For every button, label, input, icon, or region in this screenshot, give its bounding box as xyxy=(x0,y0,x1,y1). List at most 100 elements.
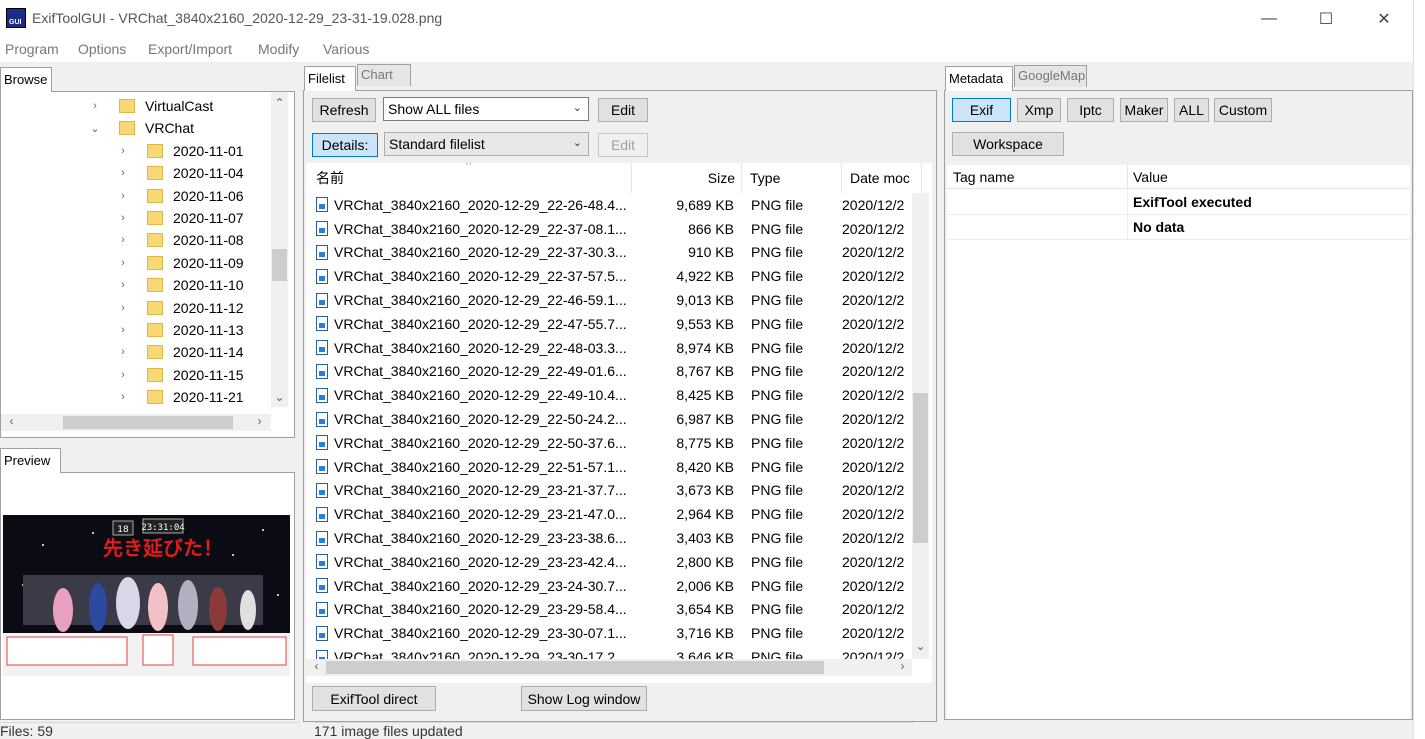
table-row[interactable]: VRChat_3840x2160_2020-12-29_22-37-08.1..… xyxy=(306,217,911,241)
chevron-right-icon[interactable]: › xyxy=(117,167,129,179)
column-value[interactable]: Value xyxy=(1133,169,1168,185)
chevron-right-icon[interactable]: › xyxy=(117,369,129,381)
column-tag-name[interactable]: Tag name xyxy=(953,169,1014,185)
chevron-right-icon[interactable]: › xyxy=(117,234,129,246)
scroll-right-icon[interactable]: › xyxy=(894,659,911,673)
view-mode-select[interactable]: Standard filelist ⌄ xyxy=(384,132,589,156)
chevron-right-icon[interactable]: › xyxy=(117,145,129,157)
exif-button[interactable]: Exif xyxy=(952,98,1011,122)
table-row[interactable]: VRChat_3840x2160_2020-12-29_22-50-24.2..… xyxy=(306,407,911,431)
edit-view-button[interactable]: Edit xyxy=(598,133,648,157)
file-filter-select[interactable]: Show ALL files ⌄ xyxy=(383,97,589,121)
tree-hscroll[interactable]: ‹ › xyxy=(1,414,271,431)
menu-modify[interactable]: Modify xyxy=(258,41,299,57)
table-row[interactable]: VRChat_3840x2160_2020-12-29_23-30-07.1..… xyxy=(306,621,911,645)
table-row[interactable]: VRChat_3840x2160_2020-12-29_22-51-57.1..… xyxy=(306,455,911,479)
chevron-right-icon[interactable]: › xyxy=(117,346,129,358)
table-row[interactable]: VRChat_3840x2160_2020-12-29_23-21-47.0..… xyxy=(306,502,911,526)
iptc-button[interactable]: Iptc xyxy=(1067,98,1114,122)
show-log-button[interactable]: Show Log window xyxy=(521,686,647,711)
scroll-down-icon[interactable]: ⌄ xyxy=(912,639,929,653)
tree-vscroll-thumb[interactable] xyxy=(272,249,287,281)
tab-browse[interactable]: Browse xyxy=(0,67,52,92)
table-row[interactable]: VRChat_3840x2160_2020-12-29_23-23-38.6..… xyxy=(306,526,911,550)
tree-vscroll[interactable]: ⌃ ⌄ xyxy=(271,92,288,407)
tree-item[interactable]: › 2020-11-07 xyxy=(117,207,243,229)
chevron-right-icon[interactable]: › xyxy=(117,391,129,403)
table-row[interactable]: VRChat_3840x2160_2020-12-29_23-30-17.2..… xyxy=(306,645,911,659)
table-row[interactable]: VRChat_3840x2160_2020-12-29_22-49-10.4..… xyxy=(306,383,911,407)
table-row[interactable]: VRChat_3840x2160_2020-12-29_22-37-57.5..… xyxy=(306,264,911,288)
scroll-right-icon[interactable]: › xyxy=(251,414,268,428)
tree-item[interactable]: › 2020-11-09 xyxy=(117,252,243,274)
tab-metadata[interactable]: Metadata xyxy=(945,66,1013,91)
filelist-hscroll[interactable]: ‹ › xyxy=(306,659,912,676)
table-row[interactable]: VRChat_3840x2160_2020-12-29_22-48-03.3..… xyxy=(306,336,911,360)
table-row[interactable]: VRChat_3840x2160_2020-12-29_22-26-48.4..… xyxy=(306,193,911,217)
scroll-down-icon[interactable]: ⌄ xyxy=(271,390,288,404)
tab-googlemap[interactable]: GoogleMap xyxy=(1014,65,1087,87)
close-icon[interactable]: ✕ xyxy=(1355,0,1413,38)
all-button[interactable]: ALL xyxy=(1174,98,1209,122)
tree-item[interactable]: › 2020-11-10 xyxy=(117,274,243,296)
filelist-hscroll-thumb[interactable] xyxy=(326,661,824,674)
tree-item[interactable]: › 2020-11-21 xyxy=(117,386,243,408)
tab-chart[interactable]: Chart xyxy=(357,64,411,86)
filelist-vscroll[interactable]: ⌄ xyxy=(912,193,929,659)
chevron-right-icon[interactable]: › xyxy=(89,100,101,112)
chevron-right-icon[interactable]: › xyxy=(117,302,129,314)
table-row[interactable]: VRChat_3840x2160_2020-12-29_23-23-42.4..… xyxy=(306,550,911,574)
workspace-button[interactable]: Workspace xyxy=(952,132,1064,156)
tree-item[interactable]: › 2020-11-01 xyxy=(117,140,243,162)
tree-item[interactable]: › 2020-11-06 xyxy=(117,185,243,207)
table-row[interactable]: VRChat_3840x2160_2020-12-29_22-47-55.7..… xyxy=(306,312,911,336)
tab-filelist[interactable]: Filelist xyxy=(304,66,356,91)
column-type[interactable]: Type xyxy=(742,163,842,193)
table-row[interactable]: VRChat_3840x2160_2020-12-29_22-50-37.6..… xyxy=(306,431,911,455)
filelist-vscroll-thumb[interactable] xyxy=(913,393,928,543)
tree-item[interactable]: › 2020-11-08 xyxy=(117,229,243,251)
table-row[interactable]: VRChat_3840x2160_2020-12-29_23-24-30.7..… xyxy=(306,574,911,598)
xmp-button[interactable]: Xmp xyxy=(1017,98,1061,122)
custom-button[interactable]: Custom xyxy=(1214,98,1272,122)
menu-options[interactable]: Options xyxy=(78,41,126,57)
png-file-icon xyxy=(316,244,328,260)
menu-export-import[interactable]: Export/Import xyxy=(148,41,232,57)
minimize-icon[interactable]: — xyxy=(1240,0,1298,38)
tree-item[interactable]: › 2020-11-12 xyxy=(117,297,243,319)
scroll-left-icon[interactable]: ‹ xyxy=(3,414,20,428)
table-row[interactable]: VRChat_3840x2160_2020-12-29_23-29-58.4..… xyxy=(306,598,911,622)
chevron-right-icon[interactable]: › xyxy=(117,279,129,291)
metadata-row[interactable]: No data xyxy=(947,215,1410,240)
column-date[interactable]: Date moc xyxy=(842,163,922,193)
tree-item[interactable]: › 2020-11-13 xyxy=(117,319,243,341)
maker-button[interactable]: Maker xyxy=(1120,98,1168,122)
table-row[interactable]: VRChat_3840x2160_2020-12-29_22-49-01.6..… xyxy=(306,360,911,384)
refresh-button[interactable]: Refresh xyxy=(312,98,376,122)
metadata-row[interactable]: ExifTool executed xyxy=(947,190,1410,215)
chevron-right-icon[interactable]: › xyxy=(117,212,129,224)
maximize-icon[interactable]: ☐ xyxy=(1297,0,1355,38)
tree-item[interactable]: › 2020-11-15 xyxy=(117,364,243,386)
tree-item[interactable]: › VirtualCast xyxy=(89,95,213,117)
exiftool-direct-button[interactable]: ExifTool direct xyxy=(312,686,436,711)
table-row[interactable]: VRChat_3840x2160_2020-12-29_22-46-59.1..… xyxy=(306,288,911,312)
chevron-right-icon[interactable]: › xyxy=(117,324,129,336)
table-row[interactable]: VRChat_3840x2160_2020-12-29_22-37-30.3..… xyxy=(306,241,911,265)
chevron-right-icon[interactable]: › xyxy=(117,257,129,269)
column-size[interactable]: Size xyxy=(632,163,742,193)
tree-item[interactable]: › 2020-11-04 xyxy=(117,162,243,184)
tree-item[interactable]: › 2020-11-14 xyxy=(117,341,243,363)
scroll-left-icon[interactable]: ‹ xyxy=(308,659,325,673)
table-row[interactable]: VRChat_3840x2160_2020-12-29_23-21-37.7..… xyxy=(306,479,911,503)
edit-filter-button[interactable]: Edit xyxy=(598,98,648,122)
tab-preview[interactable]: Preview xyxy=(0,448,61,473)
menu-various[interactable]: Various xyxy=(323,41,369,57)
scroll-up-icon[interactable]: ⌃ xyxy=(271,96,288,110)
details-button[interactable]: Details: xyxy=(312,133,378,157)
chevron-right-icon[interactable]: › xyxy=(117,190,129,202)
tree-item[interactable]: ⌄ VRChat xyxy=(89,117,194,139)
chevron-down-icon[interactable]: ⌄ xyxy=(89,122,101,135)
tree-hscroll-thumb[interactable] xyxy=(63,416,233,429)
menu-program[interactable]: Program xyxy=(5,41,59,57)
